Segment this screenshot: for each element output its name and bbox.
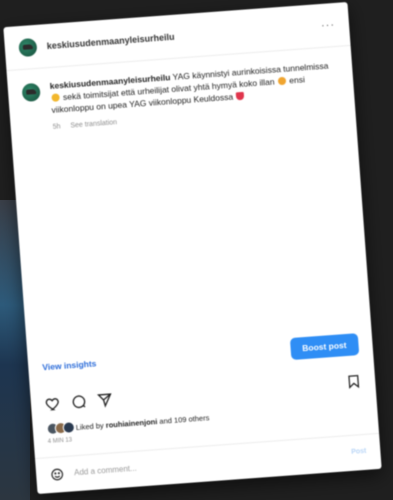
liker-avatar bbox=[62, 421, 76, 434]
hug-emoji-icon bbox=[277, 76, 287, 86]
photo-of-screen: keskiusudenmaanyleisurheilu ··· keskiusu… bbox=[0, 0, 393, 500]
see-translation-link[interactable]: See translation bbox=[70, 119, 117, 129]
caption-avatar[interactable] bbox=[21, 82, 41, 103]
liker-avatars bbox=[46, 421, 76, 436]
insights-row: View insights Boost post bbox=[41, 332, 360, 379]
likes-suffix[interactable]: and 109 others bbox=[159, 413, 210, 426]
caption-block: keskiusudenmaanyleisurheilu YAG käynnist… bbox=[21, 59, 341, 136]
comment-icon[interactable] bbox=[70, 393, 87, 410]
time-ago: 5h bbox=[52, 123, 61, 131]
comment-input[interactable]: Add a comment... bbox=[74, 464, 137, 478]
view-insights-link[interactable]: View insights bbox=[42, 358, 97, 372]
avatar[interactable] bbox=[18, 37, 38, 57]
share-icon[interactable] bbox=[96, 391, 113, 408]
sun-emoji-icon bbox=[51, 93, 60, 102]
instagram-post-card: keskiusudenmaanyleisurheilu ··· keskiusu… bbox=[3, 1, 382, 495]
post-date: 4 MIN 13 bbox=[47, 437, 73, 446]
caption-text: keskiusudenmaanyleisurheilu YAG käynnist… bbox=[49, 59, 341, 134]
liker-username[interactable]: rouhiainenjoni bbox=[105, 417, 157, 430]
emoji-icon[interactable] bbox=[50, 467, 65, 482]
save-icon[interactable] bbox=[346, 373, 362, 390]
comment-row: Add a comment... Post bbox=[34, 432, 382, 493]
boost-post-button[interactable]: Boost post bbox=[289, 333, 360, 361]
heart-icon[interactable] bbox=[44, 395, 61, 412]
more-options-icon[interactable]: ··· bbox=[321, 18, 336, 31]
post-comment-button[interactable]: Post bbox=[351, 448, 367, 456]
likes-prefix: Liked by bbox=[75, 420, 104, 432]
header-username[interactable]: keskiusudenmaanyleisurheilu bbox=[46, 31, 174, 50]
heart-emoji-icon bbox=[236, 91, 245, 101]
